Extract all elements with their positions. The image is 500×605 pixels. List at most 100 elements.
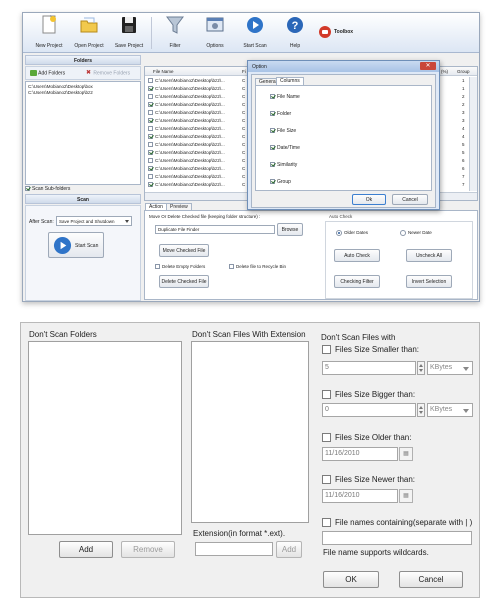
size-smaller-spinner[interactable] [417,361,425,375]
delete-checked-button[interactable]: Delete Checked File [159,275,209,288]
auto-check-button[interactable]: Auto Check [334,249,380,262]
column-option-checkbox[interactable] [270,145,275,151]
column-option-checkbox[interactable] [270,94,275,100]
newer-date-radio[interactable] [400,230,406,236]
target-folder-input[interactable]: Duplicate File Finder [155,225,275,234]
column-option-checkbox[interactable] [270,111,275,117]
delete-recycle-option[interactable]: Delete file to Recycle Bin [229,264,286,270]
start-scan-button[interactable]: Start Scan [48,232,104,258]
new-project-button[interactable]: New Project [29,15,69,51]
column-option-item[interactable]: Group [270,179,291,185]
option-cancel-button[interactable]: Cancel [392,194,428,205]
delete-empty-option[interactable]: Delete Empty Folders [155,264,205,270]
folder-path-item[interactable]: C:\Users\Mobiano2\Desktop\box [28,84,93,89]
row-checkbox[interactable] [148,182,153,188]
col-fi[interactable]: Fi [242,69,246,74]
row-checkbox[interactable] [148,86,153,92]
filter-button[interactable]: Filter [155,15,195,51]
add-folders-button[interactable]: Add Folders [30,70,65,76]
open-project-button[interactable]: Open Project [69,15,109,51]
dropdown-arrow-icon [125,220,129,223]
row-checkbox[interactable] [148,78,153,84]
add-folder-button[interactable]: Add [59,541,113,558]
remove-folders-button[interactable]: ✖ Remove Folders [86,70,130,76]
column-option-item[interactable]: File Size [270,128,296,134]
column-option-item[interactable]: Date/Time [270,145,300,151]
col-file-name[interactable]: File Name [153,69,174,74]
folders-list[interactable]: C:\Users\Mobiano2\Desktop\box C:\Users\M… [25,81,141,185]
row-checkbox[interactable] [148,118,153,124]
size-smaller-input[interactable]: 5 [322,361,416,375]
row-checkbox[interactable] [148,150,153,156]
newer-than-date[interactable]: 11/16/2010 [322,489,398,503]
column-option-checkbox[interactable] [270,162,275,168]
delete-recycle-checkbox[interactable] [229,264,234,270]
row-checkbox[interactable] [148,94,153,100]
row-checkbox[interactable] [148,158,153,164]
help-button[interactable]: ? Help [275,15,315,51]
size-bigger-spinner[interactable] [417,403,425,417]
older-dates-option[interactable]: Older Dates [336,230,368,236]
row-checkbox[interactable] [148,174,153,180]
delete-empty-checkbox[interactable] [155,264,160,270]
size-smaller-checkbox[interactable] [322,345,331,354]
older-dates-radio[interactable] [336,230,342,236]
new-project-label: New Project [35,43,63,49]
row-checkbox[interactable] [148,134,153,140]
size-bigger-checkbox[interactable] [322,390,331,399]
scan-subfolders-option[interactable]: Scan Sub-folders [25,186,141,194]
size-smaller-unit-select[interactable]: KBytes [427,361,473,375]
newer-than-checkbox[interactable] [322,475,331,484]
dont-scan-folders-list[interactable] [28,341,182,535]
extension-input[interactable] [195,542,273,556]
name-containing-checkbox[interactable] [322,518,331,527]
scan-subfolders-checkbox[interactable] [25,186,30,192]
column-option-item[interactable]: Folder [270,111,291,117]
save-project-button[interactable]: Save Project [109,15,149,51]
row-checkbox[interactable] [148,166,153,172]
row-checkbox[interactable] [148,126,153,132]
name-containing-input[interactable] [322,531,472,545]
older-than-date[interactable]: 11/16/2010 [322,447,398,461]
remove-folder-button[interactable]: Remove [121,541,175,558]
cancel-button[interactable]: Cancel [399,571,463,588]
column-option-item[interactable]: Similarity [270,162,297,168]
options-button[interactable]: Options [195,15,235,51]
option-ok-button[interactable]: Ok [352,194,386,205]
col-group[interactable]: Group [457,69,470,74]
size-bigger-input[interactable]: 0 [322,403,416,417]
older-than-checkbox[interactable] [322,433,331,442]
browse-button[interactable]: Browse [277,223,303,236]
row-checkbox[interactable] [148,142,153,148]
row-flag: C [242,134,246,139]
add-extension-button[interactable]: Add [276,541,302,558]
play-icon [53,236,72,255]
vertical-scrollbar[interactable] [469,77,477,191]
newer-date-option[interactable]: Newer Date [400,230,432,236]
scan-filter-dialog: Don't Scan Folders Add Remove Don't Scan… [20,322,480,598]
start-scan-toolbar-button[interactable]: Start Scan [235,15,275,51]
col-percent[interactable]: (%) [441,69,448,74]
size-bigger-unit-select[interactable]: KBytes [427,403,473,417]
help-label: Help [289,43,301,49]
checking-filter-button[interactable]: Checking Filter [334,275,380,288]
row-checkbox[interactable] [148,110,153,116]
newer-date-picker-icon[interactable]: ▦ [399,489,413,503]
after-scan-select[interactable]: Save Project and Shutdown [56,216,132,226]
column-option-checkbox[interactable] [270,128,275,134]
tab-columns[interactable]: Columns [276,77,304,85]
older-date-picker-icon[interactable]: ▦ [399,447,413,461]
move-delete-caption: Move Or Delete Checked file (keeping fol… [149,214,261,219]
dont-scan-ext-list[interactable] [191,341,309,523]
row-path: C:\Users\Mobiano2\Desktop\bz2\... [155,126,225,131]
close-icon[interactable]: ✕ [420,62,436,70]
newer-than-label: Files Size Newer than: [335,475,416,484]
column-option-item[interactable]: File Name [270,94,300,100]
invert-selection-button[interactable]: Invert Selection [406,275,452,288]
move-checked-button[interactable]: Move Checked File [159,244,209,257]
ok-button[interactable]: OK [323,571,379,588]
column-option-checkbox[interactable] [270,179,275,185]
folder-path-item[interactable]: C:\Users\Mobiano2\Desktop\bz2 [28,90,93,95]
row-checkbox[interactable] [148,102,153,108]
uncheck-all-button[interactable]: Uncheck All [406,249,452,262]
